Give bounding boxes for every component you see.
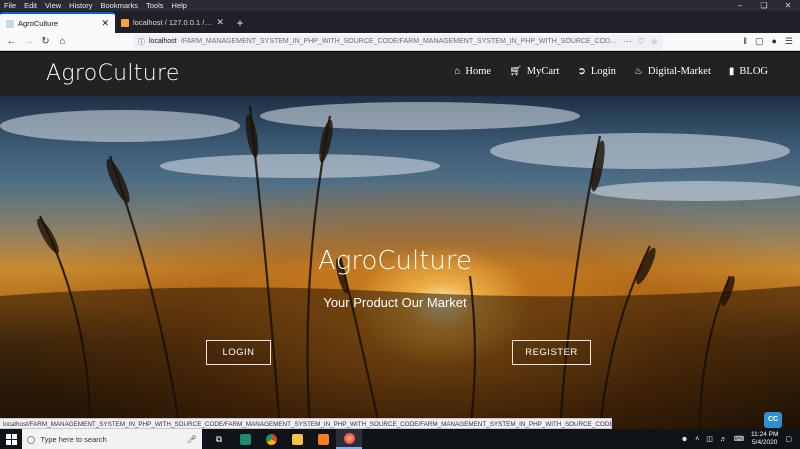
home-browser-icon[interactable]: ⌂ (54, 36, 71, 47)
page-favicon-icon (6, 19, 14, 28)
login-button[interactable]: LOGIN (206, 340, 271, 365)
bookmark-star-icon[interactable]: ☆ (651, 37, 658, 46)
tab-phpmyadmin[interactable]: localhost / 127.0.0.1 / agroculture ✕ (115, 12, 230, 33)
windows-taskbar: ◯ Type here to search 🎤︎ ⧉ ☻ ˄ ◫ ♬ ⌨ 11:… (0, 429, 800, 449)
windows-logo-icon (5, 433, 17, 445)
maximize-icon[interactable]: ❏ (752, 0, 776, 11)
site-nav: ⌂ Home 🛒︎ MyCart ➲ Login ♨ Digital-Marke… (454, 66, 768, 77)
close-tab-icon[interactable]: ✕ (101, 18, 109, 29)
sidebar-icon[interactable]: ▢ (755, 36, 764, 47)
people-icon[interactable]: ☻ (681, 436, 688, 443)
hero-title: AgroCulture (317, 246, 473, 276)
tab-label: localhost / 127.0.0.1 / agroculture (133, 18, 212, 27)
window-controls: – ❏ ✕ (728, 0, 800, 11)
menu-help[interactable]: Help (168, 0, 191, 11)
comment-icon: ▮ (728, 66, 735, 77)
menu-file[interactable]: File (0, 0, 20, 11)
clock-time: 11:24 PM (751, 431, 779, 438)
browser-toolbar: ← → ↻ ⌂ ⓘ localhost/FARM_MANAGEMENT_SYST… (0, 33, 800, 51)
system-tray: ☻ ˄ ◫ ♬ ⌨ 11:24 PM 5/4/2020 ▢ (681, 431, 800, 447)
nav-digital-market[interactable]: ♨ Digital-Market (634, 66, 711, 77)
taskbar-search-placeholder: Type here to search (40, 434, 107, 444)
new-tab-icon[interactable]: + (230, 13, 250, 33)
url-path: /FARM_MANAGEMENT_SYSTEM_IN_PHP_WITH_SOUR… (180, 38, 620, 45)
site-info-icon[interactable]: ⓘ (138, 37, 145, 47)
hamburger-menu-icon[interactable]: ☰ (785, 36, 793, 47)
menu-bookmarks[interactable]: Bookmarks (97, 0, 143, 11)
nav-home[interactable]: ⌂ Home (454, 66, 491, 77)
show-hidden-icon[interactable]: ˄ (695, 436, 699, 443)
nav-digital-market-label: Digital-Market (647, 66, 711, 77)
microphone-icon[interactable]: 🎤︎ (187, 435, 197, 444)
search-icon: ◯ (27, 434, 36, 444)
reload-icon[interactable]: ↻ (37, 36, 54, 47)
close-tab-icon[interactable]: ✕ (216, 17, 224, 28)
cart-icon: 🛒︎ (509, 66, 522, 77)
xampp-icon[interactable] (310, 429, 336, 449)
page-actions-icon[interactable]: ⋯ (624, 37, 632, 46)
site-brand[interactable]: AgroCulture (46, 61, 180, 86)
url-bar[interactable]: ⓘ localhost/FARM_MANAGEMENT_SYSTEM_IN_PH… (133, 34, 663, 49)
tab-label: AgroCulture (18, 19, 59, 28)
nav-blog[interactable]: ▮ BLOG (729, 66, 768, 77)
back-icon[interactable]: ← (3, 36, 20, 47)
pocket-icon[interactable]: ♡ (638, 37, 645, 46)
media-app-icon[interactable] (232, 429, 258, 449)
menu-edit[interactable]: Edit (20, 0, 41, 11)
browser-menu-bar: File Edit View History Bookmarks Tools H… (0, 0, 800, 11)
minimize-icon[interactable]: – (728, 0, 752, 11)
nav-login[interactable]: ➲ Login (577, 66, 615, 77)
nav-mycart-label: MyCart (526, 66, 560, 77)
firefox-icon[interactable] (336, 429, 362, 449)
hero-banner: AgroCulture Your Product Our Market LOGI… (0, 96, 800, 430)
hero-subtitle: Your Product Our Market (323, 295, 467, 310)
chrome-icon[interactable] (258, 429, 284, 449)
sign-in-icon: ➲ (577, 66, 586, 77)
nav-login-label: Login (590, 66, 616, 77)
tab-bar: AgroCulture ✕ localhost / 127.0.0.1 / ag… (0, 11, 800, 33)
library-icon[interactable]: ‖ (743, 36, 747, 47)
fire-icon: ♨ (633, 66, 643, 77)
nav-mycart[interactable]: 🛒︎ MyCart (509, 66, 559, 77)
notifications-icon[interactable]: ▢ (785, 435, 792, 443)
file-explorer-icon[interactable] (284, 429, 310, 449)
tab-agroculture[interactable]: AgroCulture ✕ (0, 12, 115, 33)
account-icon[interactable]: ● (771, 36, 776, 47)
menu-view[interactable]: View (41, 0, 65, 11)
forward-icon[interactable]: → (20, 36, 37, 47)
site-header: AgroCulture ⌂ Home 🛒︎ MyCart ➲ Login ♨ D… (0, 52, 800, 96)
nav-home-label: Home (465, 66, 492, 77)
register-button[interactable]: REGISTER (512, 340, 591, 365)
menu-tools[interactable]: Tools (142, 0, 168, 11)
volume-icon[interactable]: ♬ (720, 436, 727, 443)
url-host: localhost (149, 38, 177, 45)
nav-blog-label: BLOG (739, 66, 768, 77)
menu-history[interactable]: History (65, 0, 96, 11)
home-icon: ⌂ (454, 66, 461, 77)
task-view-icon[interactable]: ⧉ (206, 429, 232, 449)
close-window-icon[interactable]: ✕ (776, 0, 800, 11)
clock[interactable]: 11:24 PM 5/4/2020 (751, 431, 778, 447)
recorder-badge-icon: CC (764, 412, 782, 428)
network-icon[interactable]: ◫ (706, 435, 713, 443)
keyboard-icon[interactable]: ⌨ (734, 435, 744, 443)
clock-date: 5/4/2020 (752, 439, 778, 446)
start-button[interactable] (0, 429, 22, 449)
phpmyadmin-favicon-icon (121, 18, 129, 27)
taskbar-search[interactable]: ◯ Type here to search 🎤︎ (22, 429, 202, 449)
link-status-bar: localhost/FARM_MANAGEMENT_SYSTEM_IN_PHP_… (0, 418, 612, 429)
